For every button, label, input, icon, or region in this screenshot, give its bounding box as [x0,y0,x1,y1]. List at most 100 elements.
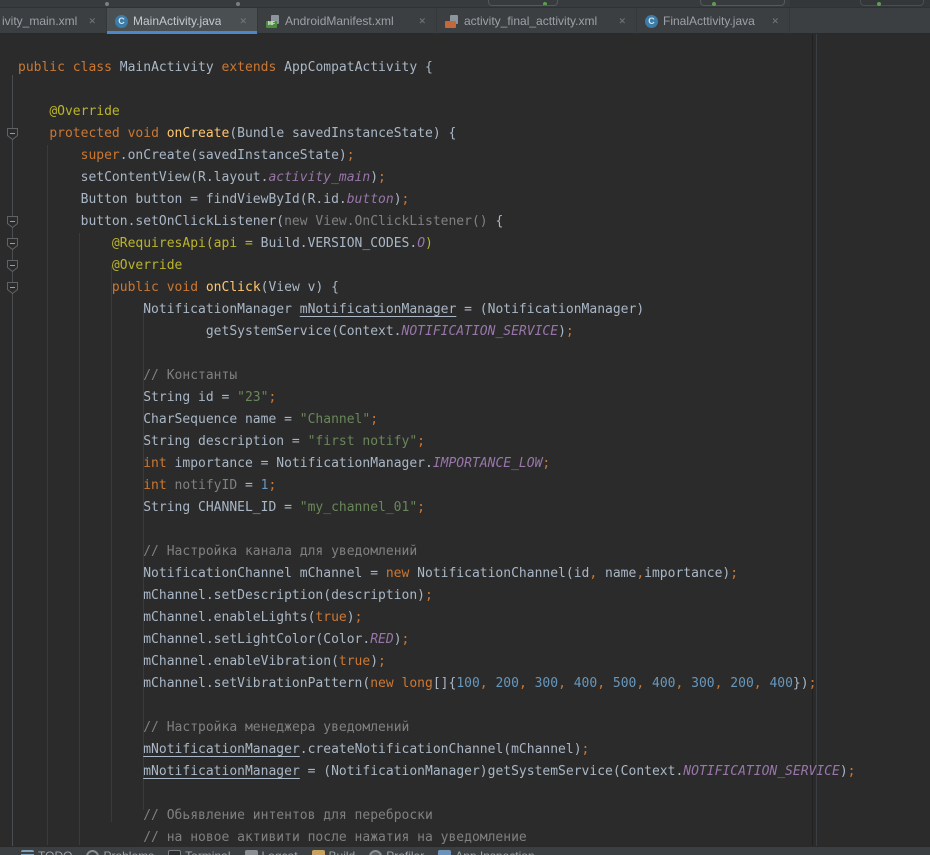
code-token: ) [394,192,402,207]
code-token: NotificationManager [18,302,300,317]
code-line[interactable]: mChannel.setLightColor(Color.RED); [0,629,930,651]
toolwindow-logcat[interactable]: Logcat [245,849,298,855]
code-token: }) [793,676,809,691]
code-line[interactable]: int notifyID = 1; [0,475,930,497]
code-token: ; [730,566,738,581]
code-token: (View v) { [261,280,339,295]
toolwindow-profiler[interactable]: Profiler [369,849,424,855]
tab-androidmanifest-xml[interactable]: MF AndroidManifest.xml ✕ [258,8,437,34]
code-token: void [128,126,159,141]
run-icon[interactable] [712,2,716,6]
code-line[interactable]: mChannel.setVibrationPattern(new long[]{… [0,673,930,695]
code-token: // Настройка канала для уведомлений [143,544,417,559]
code-line[interactable] [0,79,930,101]
toolbar-dot [105,2,109,6]
code-line[interactable]: @Override [0,255,930,277]
code-line[interactable] [0,519,930,541]
code-line[interactable]: mNotificationManager = (NotificationMana… [0,761,930,783]
code-line[interactable] [0,343,930,365]
code-token: // Настройка менеджера уведомлений [143,720,409,735]
code-line[interactable]: super.onCreate(savedInstanceState); [0,145,930,167]
close-icon[interactable]: ✕ [416,16,428,27]
code-token [18,830,143,845]
main-toolbar-strip [0,0,930,8]
close-icon[interactable]: ✕ [769,16,781,27]
code-token: String CHANNEL_ID = [18,500,300,515]
code-line[interactable]: NotificationChannel mChannel = new Notif… [0,563,930,585]
code-token: IMPORTANCE_LOW [433,456,543,471]
code-token: mChannel.setLightColor(Color. [18,632,370,647]
code-line[interactable]: // Константы [0,365,930,387]
code-token: @Override [49,104,119,119]
logcat-icon [245,850,258,855]
tab-activity-main-xml[interactable]: ivity_main.xml ✕ [0,8,107,34]
code-line[interactable]: NotificationManager mNotificationManager… [0,299,930,321]
tab-finalacttivity-java[interactable]: C FinalActtivity.java ✕ [637,8,790,34]
code-token [644,676,652,691]
code-line[interactable]: int importance = NotificationManager.IMP… [0,453,930,475]
code-token: Button button = findViewById(R.id. [18,192,347,207]
code-line[interactable]: mChannel.setDescription(description); [0,585,930,607]
code-token: setContentView(R.layout. [18,170,268,185]
tab-activity-final-acttivity-xml[interactable]: activity_final_acttivity.xml ✕ [437,8,637,34]
code-line[interactable]: button.setOnClickListener(new View.OnCli… [0,211,930,233]
toolbar-widget[interactable] [488,0,558,6]
code-token: new [386,566,409,581]
code-line[interactable]: @RequiresApi(api = Build.VERSION_CODES.O… [0,233,930,255]
close-icon[interactable]: ✕ [616,16,628,27]
code-line[interactable]: Button button = findViewById(R.id.button… [0,189,930,211]
code-token [159,126,167,141]
close-icon[interactable]: ✕ [86,16,98,27]
close-icon[interactable]: ✕ [237,16,249,27]
code-token: ; [809,676,817,691]
code-token: ; [417,434,425,449]
code-line[interactable]: public class MainActivity extends AppCom… [0,57,930,79]
toolwindow-app-inspection[interactable]: App Inspection [438,849,534,855]
code-token: getSystemService(Context. [18,324,402,339]
code-token [65,60,73,75]
tab-mainactivity-java[interactable]: C MainActivity.java ✕ [107,8,258,34]
code-token: int [143,478,166,493]
code-line[interactable]: getSystemService(Context.NOTIFICATION_SE… [0,321,930,343]
code-line[interactable]: mNotificationManager.createNotificationC… [0,739,930,761]
code-line[interactable]: String id = "23"; [0,387,930,409]
toolwindow-todo[interactable]: TODO [21,849,72,855]
code-token [18,544,143,559]
code-line[interactable]: mChannel.enableLights(true); [0,607,930,629]
code-token: .createNotificationChannel(mChannel) [300,742,582,757]
code-token [198,280,206,295]
code-token: ; [347,148,355,163]
code-token: "my_channel_01" [300,500,417,515]
code-line[interactable]: public void onClick(View v) { [0,277,930,299]
manifest-file-icon: MF [266,15,280,28]
app-inspection-icon [438,850,451,855]
code-token: []{ [433,676,456,691]
code-line[interactable]: @Override [0,101,930,123]
code-editor[interactable]: public class MainActivity extends AppCom… [0,34,930,846]
device-widget[interactable] [860,0,924,6]
code-line[interactable]: CharSequence name = "Channel"; [0,409,930,431]
code-token [120,126,128,141]
layout-badge [445,21,456,28]
code-line[interactable]: setContentView(R.layout.activity_main); [0,167,930,189]
code-line[interactable]: // Настройка менеджера уведомлений [0,717,930,739]
code-line[interactable]: String CHANNEL_ID = "my_channel_01"; [0,497,930,519]
code-line[interactable]: // Настройка канала для уведомлений [0,541,930,563]
code-line[interactable]: // на новое активити после нажатия на ув… [0,827,930,846]
code-token: , [519,676,527,691]
code-line[interactable] [0,695,930,717]
toolwindow-label: Problems [103,849,154,855]
code-line[interactable]: String description = "first notify"; [0,431,930,453]
code-token: NOTIFICATION_SERVICE [402,324,559,339]
tab-label: FinalActtivity.java [663,14,755,28]
code-token: long [402,676,433,691]
code-token: // Константы [143,368,237,383]
code-line[interactable] [0,783,930,805]
code-line[interactable]: mChannel.enableVibration(true); [0,651,930,673]
toolwindow-terminal[interactable]: Terminal [168,849,230,855]
toolwindow-problems[interactable]: Problems [86,849,154,855]
code-area[interactable]: public class MainActivity extends AppCom… [0,57,930,846]
code-line[interactable]: protected void onCreate(Bundle savedInst… [0,123,930,145]
code-line[interactable]: // Обьявление интентов для переброски [0,805,930,827]
toolwindow-build[interactable]: Build [312,849,356,855]
